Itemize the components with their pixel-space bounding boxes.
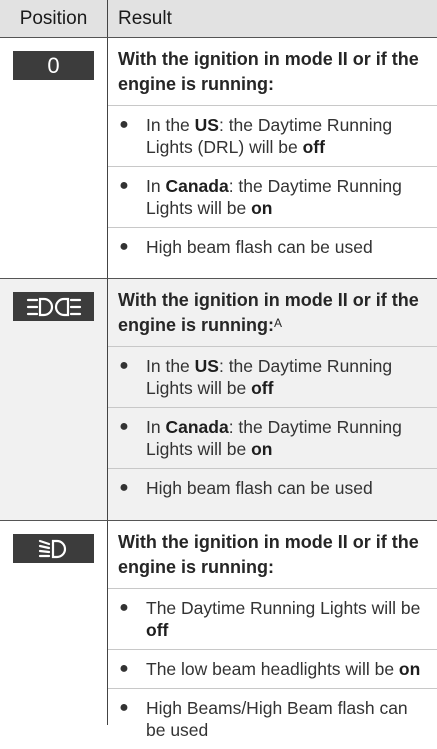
parking-lights-icon [13, 292, 94, 321]
table-header: Position Result [0, 0, 437, 38]
bullet-dot: ● [119, 116, 129, 133]
header-position: Position [0, 0, 108, 37]
bullet-dot: ● [119, 599, 129, 616]
parking-lights-svg [26, 297, 81, 316]
list-item: ● High beam flash can be used [108, 469, 437, 507]
position-zero-badge: 0 [13, 51, 94, 80]
condition-text: With the ignition in mode II or if the e… [108, 521, 437, 589]
list-item: ● In the US: the Daytime Running Lights … [108, 106, 437, 167]
result-cell: With the ignition in mode II or if the e… [108, 521, 437, 740]
table-row: With the ignition in mode II or if the e… [0, 521, 437, 740]
condition-text: With the ignition in mode II or if the e… [108, 279, 437, 347]
low-beam-icon [13, 534, 94, 563]
position-cell: 0 [0, 38, 108, 278]
bullet-dot: ● [119, 177, 129, 194]
result-cell: With the ignition in mode II or if the e… [108, 279, 437, 520]
bullet-dot: ● [119, 660, 129, 677]
table-row: With the ignition in mode II or if the e… [0, 279, 437, 521]
list-item: ● High beam flash can be used [108, 228, 437, 266]
position-cell [0, 521, 108, 725]
bullet-dot: ● [119, 699, 129, 716]
bullet-dot: ● [119, 238, 129, 255]
list-item: ● The Daytime Running Lights will be off [108, 589, 437, 650]
footnote-marker: A [274, 316, 283, 330]
position-zero-label: 0 [47, 52, 60, 78]
header-result: Result [118, 8, 172, 29]
result-cell: With the ignition in mode II or if the e… [108, 38, 437, 278]
position-cell [0, 279, 108, 520]
list-item: ● High Beams/High Beam flash can be used [108, 689, 437, 749]
light-switch-table: Position Result 0 With the ignition in m… [0, 0, 437, 740]
list-item: ● In Canada: the Daytime Running Lights … [108, 408, 437, 469]
bullet-dot: ● [119, 418, 129, 435]
list-item: ● The low beam headlights will be on [108, 650, 437, 689]
bullet-dot: ● [119, 357, 129, 374]
list-item: ● In the US: the Daytime Running Lights … [108, 347, 437, 408]
table-row: 0 With the ignition in mode II or if the… [0, 38, 437, 279]
condition-text: With the ignition in mode II or if the e… [108, 38, 437, 106]
list-item: ● In Canada: the Daytime Running Lights … [108, 167, 437, 228]
low-beam-svg [38, 539, 66, 558]
bullet-dot: ● [119, 479, 129, 496]
